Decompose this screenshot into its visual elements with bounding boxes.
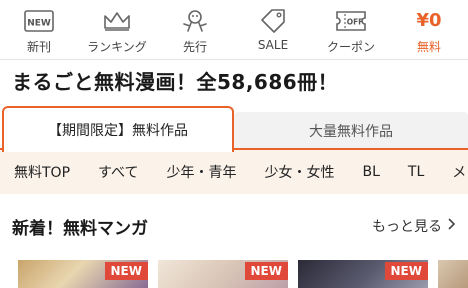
category-all[interactable]: すべて bbox=[84, 162, 152, 182]
nav-item-coupon[interactable]: OFF クーポン bbox=[312, 0, 390, 59]
thumbnail-row: NEW NEW NEW bbox=[0, 260, 468, 288]
nav-label-sale: SALE bbox=[257, 38, 289, 52]
nav-item-free[interactable]: ¥0 無料 bbox=[390, 0, 468, 59]
category-free-top[interactable]: 無料TOP bbox=[0, 162, 84, 182]
runner-icon bbox=[180, 8, 210, 34]
manga-thumbnail[interactable]: NEW bbox=[18, 260, 148, 288]
new-badge: NEW bbox=[244, 262, 288, 280]
see-more-link[interactable]: もっと見る bbox=[372, 216, 456, 236]
category-shonen-seinen[interactable]: 少年・青年 bbox=[152, 162, 250, 182]
tab-limited-free[interactable]: 【期間限定】無料作品 bbox=[2, 106, 234, 152]
new-badge-icon: NEW bbox=[24, 8, 54, 34]
nav-label-ranking: ランキング bbox=[87, 40, 147, 54]
see-more-label: もっと見る bbox=[372, 219, 442, 235]
category-tl[interactable]: TL bbox=[394, 164, 438, 180]
nav-item-sale[interactable]: SALE bbox=[234, 0, 312, 59]
free-price: ¥0 bbox=[416, 10, 442, 31]
coupon-text: OFF bbox=[347, 18, 364, 27]
nav-item-early[interactable]: 先行 bbox=[156, 0, 234, 59]
nav-item-ranking[interactable]: ランキング bbox=[78, 0, 156, 59]
tag-icon bbox=[258, 8, 288, 34]
section-title: 新着！無料マンガ bbox=[12, 219, 148, 239]
nav-label-new: 新刊 bbox=[26, 40, 51, 54]
nav-label-early: 先行 bbox=[182, 40, 207, 54]
manga-thumbnail[interactable] bbox=[438, 260, 468, 288]
category-bl[interactable]: BL bbox=[348, 164, 393, 180]
crown-icon bbox=[102, 8, 132, 34]
nav-item-new[interactable]: NEW 新刊 bbox=[0, 0, 78, 59]
manga-thumbnail[interactable]: NEW bbox=[158, 260, 288, 288]
top-nav: NEW 新刊 ランキング 先行 SALE OFF クーポン ¥0 無料 bbox=[0, 0, 468, 60]
yen-icon: ¥0 bbox=[416, 8, 441, 34]
page-headline: まるごと無料漫画！全58,686冊！ bbox=[12, 70, 339, 94]
nav-label-free: 無料 bbox=[416, 40, 441, 54]
coupon-icon: OFF bbox=[335, 8, 367, 34]
chevron-right-icon bbox=[446, 218, 456, 234]
cover-image bbox=[438, 260, 468, 288]
new-badge: NEW bbox=[384, 262, 428, 280]
manga-thumbnail[interactable]: NEW bbox=[298, 260, 428, 288]
new-badge: NEW bbox=[104, 262, 148, 280]
category-more[interactable]: メ bbox=[438, 162, 468, 182]
tab-bar: 【期間限定】無料作品 大量無料作品 bbox=[0, 106, 468, 152]
category-bar: 無料TOP すべて 少年・青年 少女・女性 BL TL メ bbox=[0, 150, 468, 194]
nav-label-coupon: クーポン bbox=[326, 40, 375, 54]
category-shojo-josei[interactable]: 少女・女性 bbox=[250, 162, 348, 182]
tab-bulk-free[interactable]: 大量無料作品 bbox=[234, 112, 468, 150]
new-badge-text: NEW bbox=[27, 19, 51, 29]
